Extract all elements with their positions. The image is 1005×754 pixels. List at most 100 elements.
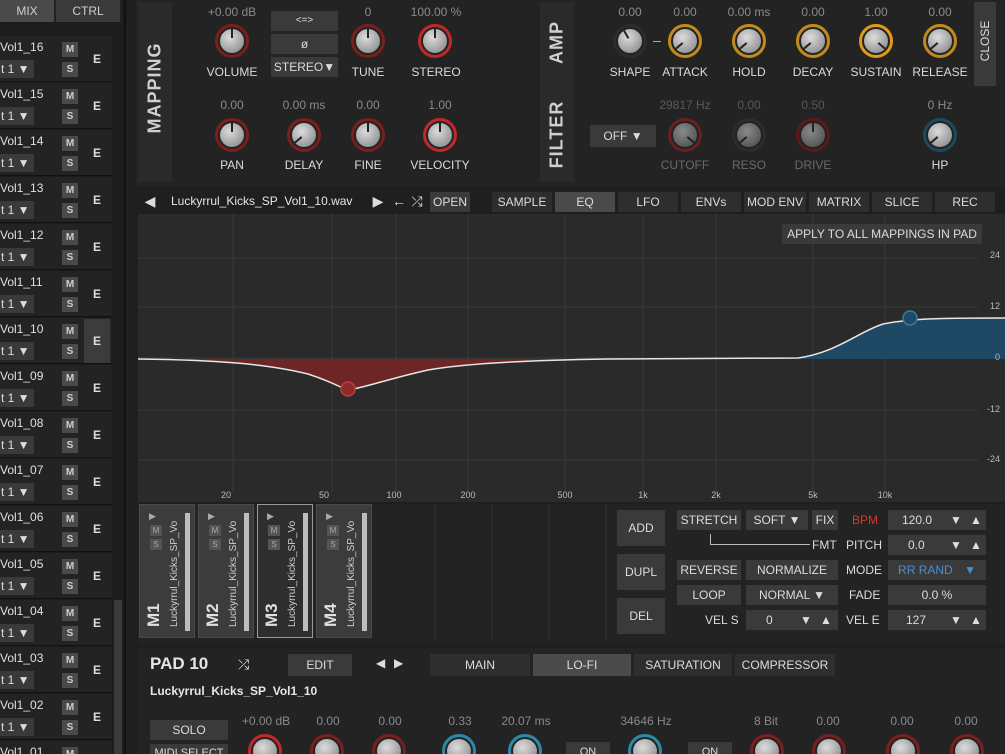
- shuffle-icon[interactable]: ⤮: [408, 190, 426, 212]
- edit-pad-button[interactable]: E: [84, 131, 110, 175]
- pad-knob-2[interactable]: [310, 734, 344, 754]
- stretch-button[interactable]: STRETCH: [677, 510, 741, 530]
- pad-knob-3[interactable]: [372, 734, 406, 754]
- midi-channel-dropdown[interactable]: t 1 ▼: [0, 436, 34, 454]
- sidebar-pad-item[interactable]: Vol1_02 t 1 ▼ M S E: [0, 694, 112, 740]
- edit-pad-button[interactable]: E: [84, 413, 110, 457]
- midi-channel-dropdown[interactable]: t 1 ▼: [0, 577, 34, 595]
- solo-button[interactable]: S: [62, 156, 78, 171]
- tab-envs[interactable]: ENVs: [681, 192, 741, 212]
- pad-knob-4[interactable]: [442, 734, 476, 754]
- mute-button[interactable]: M: [62, 700, 78, 715]
- mute-button[interactable]: M: [62, 136, 78, 151]
- midi-channel-dropdown[interactable]: t 1 ▼: [0, 530, 34, 548]
- edit-pad-button[interactable]: E: [84, 84, 110, 128]
- solo-button[interactable]: S: [150, 539, 162, 550]
- play-icon[interactable]: ▶: [208, 511, 215, 522]
- sustain-knob[interactable]: [859, 24, 893, 58]
- sidebar-pad-item[interactable]: Vol1_07 t 1 ▼ M S E: [0, 459, 112, 505]
- pitch-decrement-icon[interactable]: ▼: [950, 535, 962, 555]
- sidebar-pad-item[interactable]: Vol1_08 t 1 ▼ M S E: [0, 412, 112, 458]
- close-button[interactable]: CLOSE: [974, 2, 996, 86]
- solo-button[interactable]: S: [62, 297, 78, 312]
- solo-button[interactable]: S: [62, 344, 78, 359]
- vel-start-decrement-icon[interactable]: ▼: [800, 610, 812, 630]
- midi-channel-dropdown[interactable]: t 1 ▼: [0, 624, 34, 642]
- tab-sample[interactable]: SAMPLE: [492, 192, 552, 212]
- velocity-knob[interactable]: [423, 118, 457, 152]
- solo-button[interactable]: S: [327, 539, 339, 550]
- fix-button[interactable]: FIX: [812, 510, 838, 530]
- phase-invert-button[interactable]: ø: [271, 34, 338, 54]
- apply-to-all-button[interactable]: APPLY TO ALL MAPPINGS IN PAD: [782, 224, 982, 244]
- back-arrow-icon[interactable]: ←: [390, 190, 408, 212]
- midi-channel-dropdown[interactable]: t 1 ▼: [0, 483, 34, 501]
- tab-eq[interactable]: EQ: [555, 192, 615, 212]
- solo-button[interactable]: S: [62, 485, 78, 500]
- loop-button[interactable]: LOOP: [677, 585, 741, 605]
- mute-button[interactable]: M: [62, 606, 78, 621]
- prev-file-button[interactable]: ◀: [138, 190, 162, 212]
- mute-button[interactable]: M: [62, 324, 78, 339]
- sidebar-pad-item[interactable]: Vol1_16 t 1 ▼ M S E: [0, 36, 112, 82]
- sidebar-pad-item[interactable]: Vol1_15 t 1 ▼ M S E: [0, 83, 112, 129]
- midi-channel-dropdown[interactable]: t 1 ▼: [0, 60, 34, 78]
- shape-knob[interactable]: [613, 24, 647, 58]
- mute-button[interactable]: M: [62, 183, 78, 198]
- solo-button[interactable]: S: [62, 250, 78, 265]
- solo-button[interactable]: S: [62, 673, 78, 688]
- open-file-button[interactable]: OPEN: [430, 192, 470, 212]
- sidebar-pad-item[interactable]: Vol1_06 t 1 ▼ M S E: [0, 506, 112, 552]
- solo-button[interactable]: S: [62, 203, 78, 218]
- sidebar-pad-item[interactable]: Vol1_04 t 1 ▼ M S E: [0, 600, 112, 646]
- tab-mix[interactable]: MIX: [0, 0, 56, 22]
- fx-tab-saturation[interactable]: SATURATION: [634, 654, 732, 676]
- mapping-card-m3[interactable]: ▶ M S M3 Luckyrrul_Kicks_SP_Vo: [257, 504, 313, 638]
- pad-shuffle-icon[interactable]: ⤮: [238, 656, 249, 673]
- edit-pad-button[interactable]: E: [84, 460, 110, 504]
- vel-end-increment-icon[interactable]: ▲: [970, 610, 982, 630]
- midi-channel-dropdown[interactable]: t 1 ▼: [0, 718, 34, 736]
- fx-tab-lofi[interactable]: LO-FI: [533, 654, 631, 676]
- play-icon[interactable]: ▶: [149, 511, 156, 522]
- normalize-button[interactable]: NORMALIZE: [746, 560, 838, 580]
- midi-channel-dropdown[interactable]: t 1 ▼: [0, 671, 34, 689]
- mute-button[interactable]: M: [62, 747, 78, 754]
- mute-button[interactable]: M: [62, 653, 78, 668]
- midi-channel-dropdown[interactable]: t 1 ▼: [0, 154, 34, 172]
- pad-knob-5[interactable]: [508, 734, 542, 754]
- fx-tab-compressor[interactable]: COMPRESSOR: [735, 654, 835, 676]
- decay-knob[interactable]: [796, 24, 830, 58]
- eq-band-low-handle[interactable]: [340, 381, 356, 397]
- bpm-decrement-icon[interactable]: ▼: [950, 510, 962, 530]
- pad-knob-6[interactable]: [628, 734, 662, 754]
- tab-slice[interactable]: SLICE: [872, 192, 932, 212]
- pad-knob-8[interactable]: [812, 734, 846, 754]
- release-knob[interactable]: [923, 24, 957, 58]
- midi-channel-dropdown[interactable]: t 1 ▼: [0, 295, 34, 313]
- mute-button[interactable]: M: [209, 525, 221, 536]
- filter-mode-dropdown[interactable]: OFF ▼: [590, 125, 656, 147]
- sidebar-pad-item[interactable]: Vol1_12 t 1 ▼ M S E: [0, 224, 112, 270]
- midi-channel-dropdown[interactable]: t 1 ▼: [0, 389, 34, 407]
- solo-button[interactable]: S: [62, 532, 78, 547]
- mapping-card-m2[interactable]: ▶ M S M2 Luckyrrul_Kicks_SP_Vo: [198, 504, 254, 638]
- edit-pad-button[interactable]: E: [84, 742, 110, 754]
- midi-channel-dropdown[interactable]: t 1 ▼: [0, 342, 34, 360]
- mapping-card-m1[interactable]: ▶ M S M1 Luckyrrul_Kicks_SP_Vo: [139, 504, 195, 638]
- reverse-button[interactable]: REVERSE: [677, 560, 741, 580]
- fade-value-field[interactable]: 0.0 %: [888, 585, 986, 605]
- solo-button[interactable]: S: [268, 539, 280, 550]
- vel-end-decrement-icon[interactable]: ▼: [950, 610, 962, 630]
- edit-pad-button[interactable]: E: [84, 178, 110, 222]
- loop-mode-dropdown[interactable]: NORMAL ▼: [746, 585, 838, 605]
- drive-knob[interactable]: [796, 118, 830, 152]
- solo-button[interactable]: S: [62, 626, 78, 641]
- solo-button[interactable]: S: [62, 720, 78, 735]
- edit-pad-button[interactable]: E: [84, 272, 110, 316]
- mute-button[interactable]: M: [62, 465, 78, 480]
- mute-button[interactable]: M: [327, 525, 339, 536]
- mute-button[interactable]: M: [62, 371, 78, 386]
- pad-next-button[interactable]: ▶: [394, 656, 403, 670]
- hp-knob[interactable]: [923, 118, 957, 152]
